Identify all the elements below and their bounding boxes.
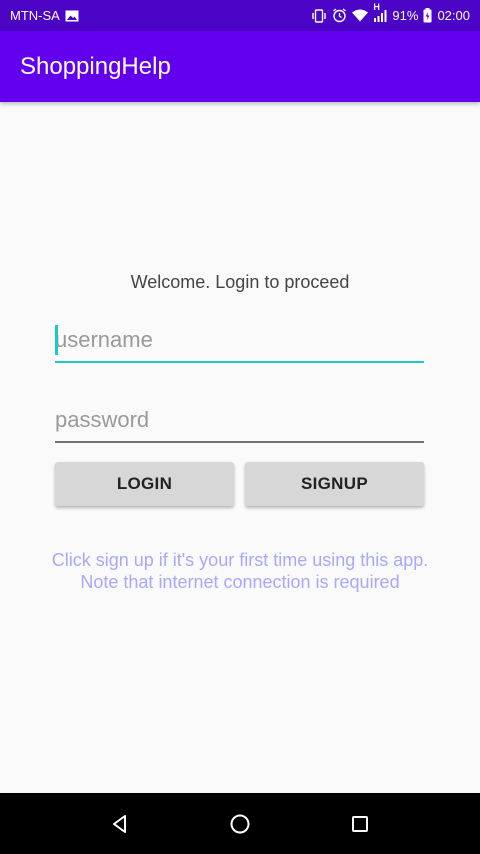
app-bar: ShoppingHelp <box>0 31 480 102</box>
image-icon <box>65 10 79 22</box>
password-field[interactable] <box>55 397 424 443</box>
password-underline <box>55 441 424 443</box>
status-bar: MTN-SA H 91% 02:00 <box>0 0 480 31</box>
battery-percent: 91% <box>392 8 419 23</box>
vibrate-icon <box>311 8 327 23</box>
back-icon[interactable] <box>100 804 140 844</box>
signup-button[interactable]: SIGNUP <box>245 462 424 506</box>
login-button[interactable]: LOGIN <box>55 462 234 506</box>
signup-hint: Click sign up if it's your first time us… <box>0 549 480 593</box>
clock: 02:00 <box>437 8 470 23</box>
navigation-bar <box>0 793 480 854</box>
alarm-icon <box>332 8 347 23</box>
home-icon[interactable] <box>220 804 260 844</box>
password-input[interactable] <box>55 397 424 443</box>
status-bar-right: H 91% 02:00 <box>311 2 470 23</box>
text-cursor <box>55 325 58 355</box>
welcome-text: Welcome. Login to proceed <box>130 272 350 292</box>
recents-icon[interactable] <box>340 804 380 844</box>
signal-icon: H <box>373 2 387 22</box>
carrier-label: MTN-SA <box>10 8 60 23</box>
network-type-label: H <box>373 2 380 12</box>
signup-hint-line-1: Click sign up if it's your first time us… <box>51 550 429 570</box>
signup-hint-line-2: Note that internet connection is require… <box>80 572 400 592</box>
username-underline <box>55 360 424 363</box>
app-title: ShoppingHelp <box>20 52 171 80</box>
status-bar-left: MTN-SA <box>10 8 79 23</box>
username-input[interactable] <box>55 317 424 363</box>
username-field[interactable] <box>55 317 424 363</box>
wifi-icon <box>352 9 369 22</box>
battery-charging-icon <box>423 8 432 23</box>
